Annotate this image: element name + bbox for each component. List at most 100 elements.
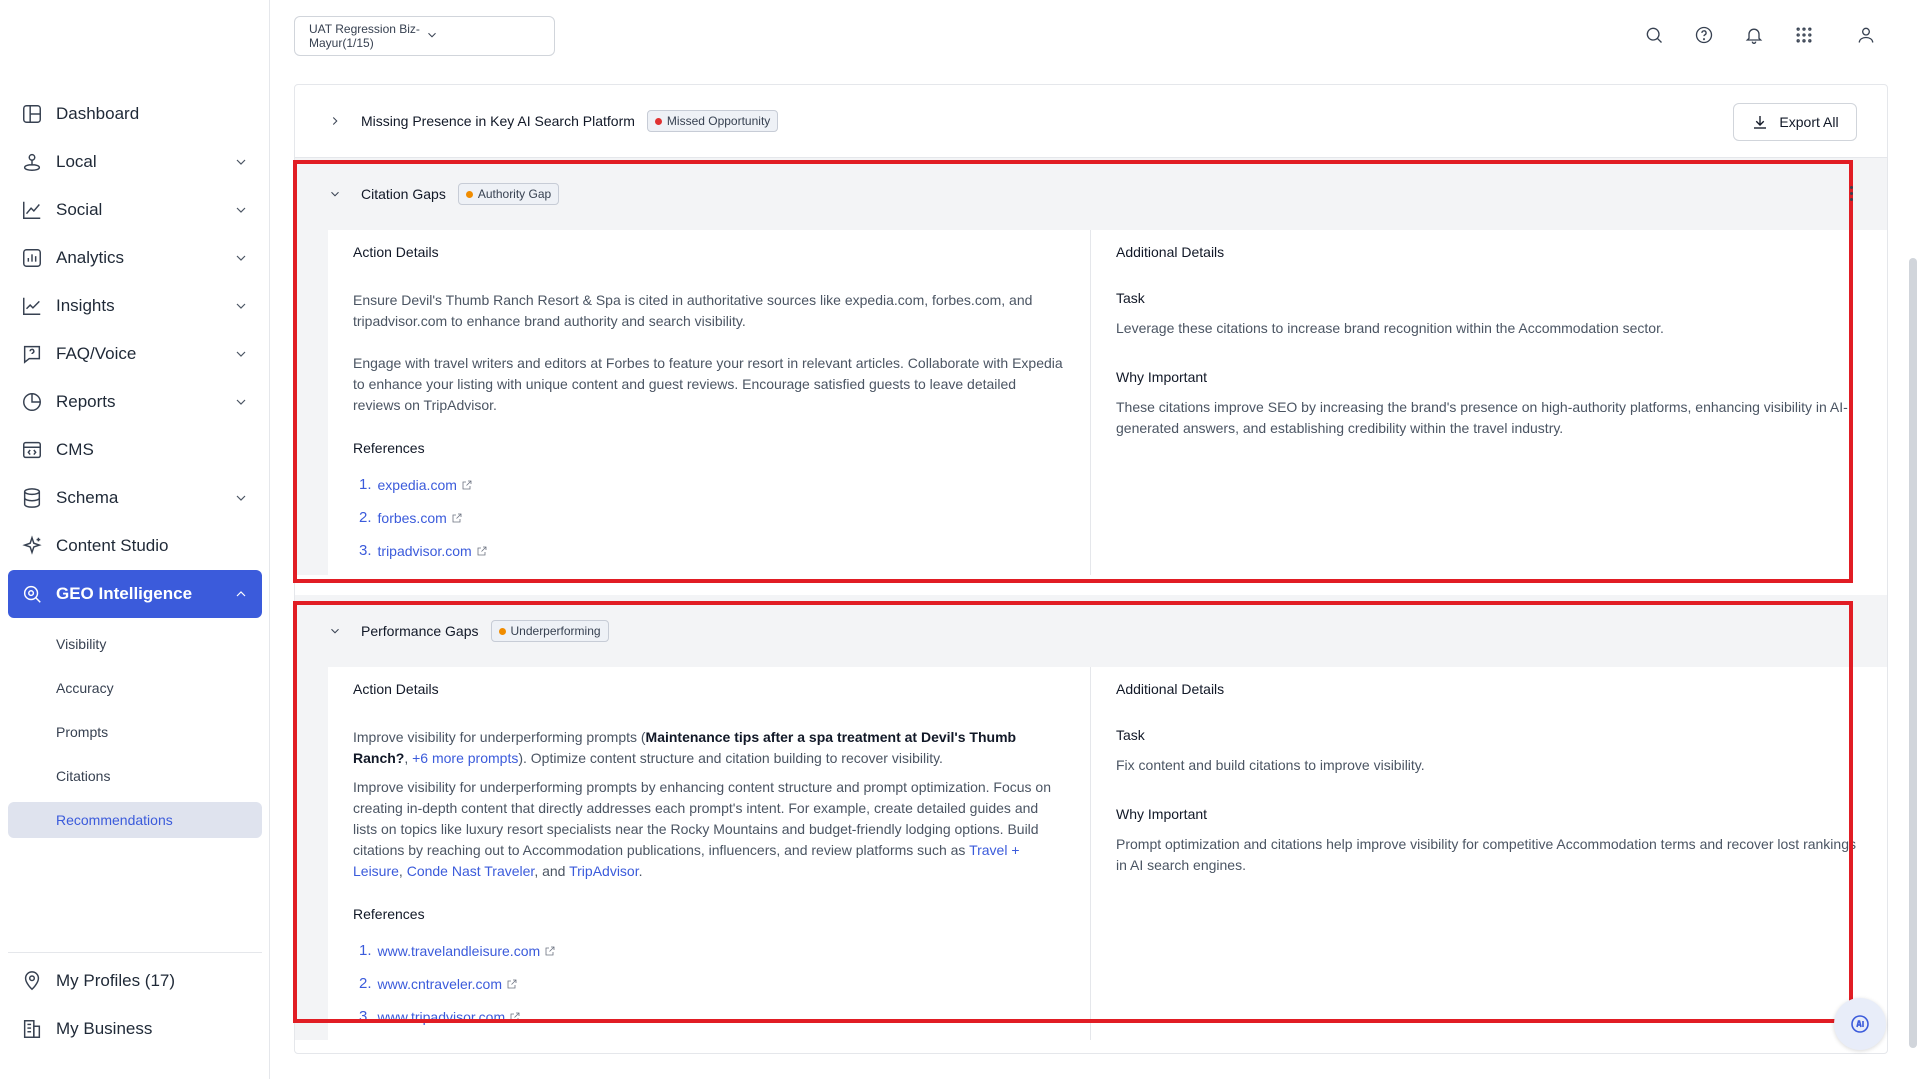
topbar: UAT Regression Biz- Mayur(1/15) [270,0,1919,72]
sidebar-item-label: Dashboard [56,104,140,123]
topbar-icons [1631,22,1879,48]
external-link-icon [452,513,462,522]
additional-details-column: Additional Details Task Fix content and … [1091,667,1887,1040]
reference-url[interactable]: www.cntraveler.com [378,976,502,992]
local-icon [20,150,44,174]
external-link-icon [545,946,555,955]
analytics-icon [20,246,44,270]
chevron-down-icon [232,345,250,363]
export-all-button[interactable]: Export All [1733,103,1857,141]
subnav-item-citations[interactable]: Citations [8,758,262,794]
sidebar-item-local[interactable]: Local [8,138,262,186]
performance-gaps-details: Action Details Improve visibility for un… [328,667,1887,1040]
chevron-right-icon[interactable] [325,111,345,131]
missing-presence-title: Missing Presence in Key AI Search Platfo… [361,113,635,129]
more-options-icon[interactable] [1850,186,1856,204]
reference-link[interactable]: 2. forbes.com [353,501,1065,534]
insights-icon [20,294,44,318]
reports-icon [20,390,44,414]
download-icon [1754,116,1767,129]
badge-label: Underperforming [510,624,601,638]
apps-grid-icon[interactable] [1791,22,1817,48]
action-details-title: Action Details [353,244,439,260]
export-all-label: Export All [1779,114,1839,130]
sidebar-item-label: FAQ/Voice [56,344,137,363]
sidebar-item-schema[interactable]: Schema [8,474,262,522]
chevron-down-icon [232,297,250,315]
search-icon[interactable] [1641,22,1667,48]
sparkle-icon [20,534,44,558]
action-details-column: Action Details Improve visibility for un… [328,667,1091,1040]
task-title: Task [1116,290,1145,306]
recommendations-panel: Missing Presence in Key AI Search Platfo… [294,84,1888,1054]
sidebar-item-analytics[interactable]: Analytics [8,234,262,282]
ai-assistant-button[interactable] [1834,998,1886,1050]
sidebar-item-label: Reports [56,392,116,411]
action-paragraph: Improve visibility for underperforming p… [353,779,1052,879]
cms-icon [20,438,44,462]
location-pin-icon [20,969,44,993]
status-dot [498,627,506,635]
sidebar-item-geo-intelligence[interactable]: GEO Intelligence [8,570,262,618]
chevron-down-icon[interactable] [325,621,345,641]
external-link-icon [462,480,472,489]
reference-link[interactable]: 3. www.tripadvisor.com [353,1000,1065,1033]
sidebar-item-insights[interactable]: Insights [8,282,262,330]
conde-nast-link[interactable]: Conde Nast Traveler [407,863,535,879]
reference-url[interactable]: expedia.com [378,477,457,493]
sidebar-item-faq-voice[interactable]: FAQ/Voice [8,330,262,378]
chevron-up-icon [232,585,250,603]
reference-url[interactable]: tripadvisor.com [378,543,472,559]
badge-label: Authority Gap [477,187,552,201]
sidebar-item-label: Schema [56,488,119,507]
references-title: References [353,440,425,456]
citation-gaps-title: Citation Gaps [361,186,446,202]
business-select[interactable]: UAT Regression Biz- Mayur(1/15) [294,16,555,56]
why-important-text: Prompt optimization and citations help i… [1116,836,1856,873]
help-icon[interactable] [1691,22,1717,48]
sidebar-item-my-business[interactable]: My Business [8,1005,262,1053]
references-title: References [353,906,425,922]
reference-url[interactable]: www.travelandleisure.com [378,943,541,959]
additional-details-title: Additional Details [1116,681,1225,697]
sidebar-item-social[interactable]: Social [8,186,262,234]
reference-url[interactable]: forbes.com [378,510,447,526]
chevron-down-icon [232,249,250,267]
reference-url[interactable]: www.tripadvisor.com [378,1009,506,1025]
task-text: Fix content and build citations to impro… [1116,757,1425,773]
citation-gaps-section: Citation Gaps Authority Gap Action Detai… [295,158,1887,575]
chevron-down-icon[interactable] [325,184,345,204]
subnav-item-prompts[interactable]: Prompts [8,714,262,750]
badge-label: Missed Opportunity [666,114,771,128]
user-icon[interactable] [1853,22,1879,48]
subnav-item-visibility[interactable]: Visibility [8,626,262,662]
why-important-title: Why Important [1116,806,1208,822]
sidebar-item-dashboard[interactable]: Dashboard [8,90,262,138]
sidebar-item-label: Social [56,200,103,219]
bell-icon[interactable] [1741,22,1767,48]
chevron-down-icon [232,201,250,219]
reference-link[interactable]: 2. www.cntraveler.com [353,967,1065,1000]
geo-icon [20,582,44,606]
reference-link[interactable]: 3. tripadvisor.com [353,534,1065,567]
subnav-item-accuracy[interactable]: Accuracy [8,670,262,706]
sidebar-item-cms[interactable]: CMS [8,426,262,474]
status-badge: Missed Opportunity [646,110,779,132]
reference-link[interactable]: 1. expedia.com [353,468,1065,501]
more-prompts-link[interactable]: +6 more prompts [412,750,518,766]
reference-link[interactable]: 1. www.travelandleisure.com [353,934,1065,967]
sidebar-item-content-studio[interactable]: Content Studio [8,522,262,570]
scrollbar[interactable] [1909,258,1917,1048]
missing-presence-row: Missing Presence in Key AI Search Platfo… [295,85,1887,157]
tripadvisor-link[interactable]: TripAdvisor [569,863,639,879]
citation-gaps-row: Citation Gaps Authority Gap [295,158,1887,230]
action-paragraph: Ensure Devil's Thumb Ranch Resort & Spa … [353,292,1033,329]
sidebar-item-label: Insights [56,296,115,315]
external-link-icon [477,546,487,555]
subnav-item-recommendations[interactable]: Recommendations [8,802,262,838]
sidebar-item-reports[interactable]: Reports [8,378,262,426]
sidebar-item-my-profiles[interactable]: My Profiles (17) [8,957,262,1005]
sidebar-item-label: CMS [56,440,94,459]
performance-gaps-row: Performance Gaps Underperforming [295,595,1887,667]
performance-gaps-title: Performance Gaps [361,623,479,639]
